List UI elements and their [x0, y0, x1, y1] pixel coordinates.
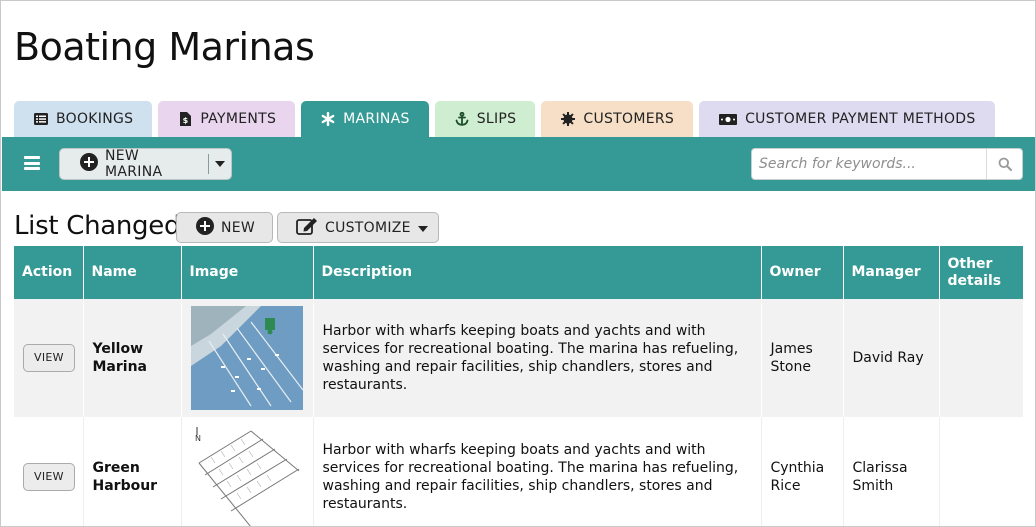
hamburger-menu-icon[interactable]: [24, 156, 40, 170]
tab-label: MARINAS: [343, 111, 410, 127]
svg-text:$: $: [182, 116, 188, 125]
other-details-cell: [939, 299, 1023, 417]
column-header-manager[interactable]: Manager: [843, 246, 940, 299]
action-cell: VIEW: [14, 417, 84, 526]
toolbar: NEW MARINA: [2, 137, 1035, 191]
new-marina-label: NEW MARINA: [105, 148, 163, 180]
column-header-name[interactable]: Name: [83, 246, 182, 299]
table-row: VIEW Yellow Marina Harbor with wharfs ke…: [14, 299, 1023, 417]
other-details-cell: [939, 417, 1023, 526]
image-cell: N: [181, 417, 314, 527]
column-header-owner[interactable]: Owner: [761, 246, 844, 299]
customize-label: CUSTOMIZE: [325, 219, 411, 236]
tab-marinas[interactable]: MARINAS: [301, 101, 429, 137]
owner-cell: James Stone: [761, 299, 844, 417]
table-row: VIEW Green Harbour N Harbor with wharfs …: [14, 417, 1023, 527]
money-icon: [719, 112, 738, 126]
anchor-icon: [455, 112, 469, 126]
marina-plan-image[interactable]: N: [190, 423, 303, 527]
gear-icon: [561, 112, 576, 126]
tab-bookings[interactable]: BOOKINGS: [14, 101, 153, 137]
view-button[interactable]: VIEW: [23, 344, 75, 372]
edit-icon: [296, 217, 318, 239]
search-input[interactable]: [752, 149, 986, 179]
chevron-down-icon[interactable]: [209, 161, 231, 167]
tab-label: BOOKINGS: [56, 111, 134, 127]
plus-circle-icon: [80, 153, 98, 175]
tab-bar: BOOKINGS $ PAYMENTS MARINAS SLIPS CUSTOM…: [14, 101, 995, 137]
table-header-row: Action Name Image Description Owner Mana…: [14, 246, 1023, 299]
owner-cell: Cynthia Rice: [761, 417, 844, 526]
tab-slips[interactable]: SLIPS: [434, 101, 536, 137]
new-marina-split-button: NEW MARINA: [59, 148, 232, 180]
column-header-action[interactable]: Action: [14, 246, 84, 299]
asterisk-icon: [321, 112, 335, 126]
plus-circle-icon: [196, 216, 214, 239]
marinas-table: Action Name Image Description Owner Mana…: [14, 246, 1023, 527]
action-cell: VIEW: [14, 299, 84, 417]
new-button-label: NEW: [221, 219, 256, 236]
list-title: List Changed: [14, 211, 181, 241]
manager-cell: Clarissa Smith: [843, 417, 940, 526]
app-window: Boating Marinas BOOKINGS $ PAYMENTS MARI…: [0, 0, 1036, 527]
column-header-image[interactable]: Image: [181, 246, 314, 299]
customize-button[interactable]: CUSTOMIZE: [277, 212, 439, 243]
view-button[interactable]: VIEW: [23, 463, 75, 491]
invoice-icon: $: [178, 112, 192, 126]
tab-payments[interactable]: $ PAYMENTS: [158, 101, 296, 137]
new-marina-button[interactable]: NEW MARINA: [60, 148, 200, 180]
manager-cell: David Ray: [843, 299, 940, 417]
marina-name: Green Harbour: [83, 417, 182, 526]
image-cell: [181, 299, 314, 417]
column-header-other-details[interactable]: Other details: [939, 246, 1023, 299]
svg-text:N: N: [195, 434, 201, 443]
chevron-down-icon: [417, 220, 428, 236]
column-header-description[interactable]: Description: [313, 246, 762, 299]
description-cell: Harbor with wharfs keeping boats and yac…: [313, 299, 762, 417]
marina-name: Yellow Marina: [83, 299, 182, 417]
search-box: [751, 148, 1023, 180]
marina-aerial-image[interactable]: [190, 306, 303, 410]
list-icon: [34, 112, 48, 126]
description-cell: Harbor with wharfs keeping boats and yac…: [313, 417, 762, 526]
tab-customer-payment-methods[interactable]: CUSTOMER PAYMENT METHODS: [699, 101, 995, 137]
tab-label: PAYMENTS: [200, 111, 277, 127]
page-title: Boating Marinas: [14, 25, 315, 69]
new-button[interactable]: NEW: [176, 212, 273, 243]
tab-customers[interactable]: CUSTOMERS: [541, 101, 694, 137]
tab-label: CUSTOMER PAYMENT METHODS: [745, 111, 976, 127]
tab-label: CUSTOMERS: [583, 111, 675, 127]
tab-label: SLIPS: [476, 111, 517, 127]
search-icon[interactable]: [986, 149, 1022, 179]
